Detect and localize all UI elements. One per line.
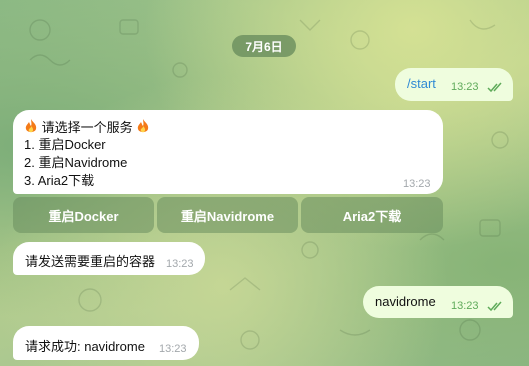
command-link[interactable]: /start [407, 76, 436, 91]
menu-item: 1. 重启Docker [24, 137, 106, 152]
message-text: 请发送需要重启的容器 [25, 254, 156, 269]
message-text: 请求成功: navidrome [25, 339, 145, 354]
message-time: 13:23 [159, 343, 187, 355]
inline-button-restart-docker[interactable]: 重启Docker [13, 197, 154, 233]
outgoing-message: navidrome 13:23 [363, 286, 513, 318]
incoming-message: 请求成功: navidrome 13:23 [13, 326, 199, 360]
message-time: 13:23 [451, 81, 479, 93]
message-text: navidrome [375, 294, 436, 309]
message-time: 13:23 [166, 258, 194, 270]
message-time: 13:23 [451, 300, 479, 312]
fire-icon [25, 119, 37, 133]
double-check-icon [487, 301, 502, 312]
date-separator: 7月6日 [232, 35, 296, 57]
inline-button-aria2-download[interactable]: Aria2下载 [301, 197, 443, 233]
menu-title: 请选择一个服务 [41, 120, 133, 135]
menu-item: 3. Aria2下载 [24, 173, 95, 188]
menu-title-line: 请选择一个服务 [24, 118, 150, 136]
outgoing-message: /start 13:23 [395, 68, 513, 101]
message-time: 13:23 [403, 178, 431, 190]
double-check-icon [487, 82, 502, 93]
incoming-message: 请发送需要重启的容器 13:23 [13, 242, 205, 275]
fire-icon [138, 119, 149, 133]
inline-button-restart-navidrome[interactable]: 重启Navidrome [157, 197, 298, 233]
incoming-message: 请选择一个服务 1. 重启Docker 2. 重启Navidrome 3. Ar… [13, 110, 443, 194]
menu-item: 2. 重启Navidrome [24, 155, 128, 170]
